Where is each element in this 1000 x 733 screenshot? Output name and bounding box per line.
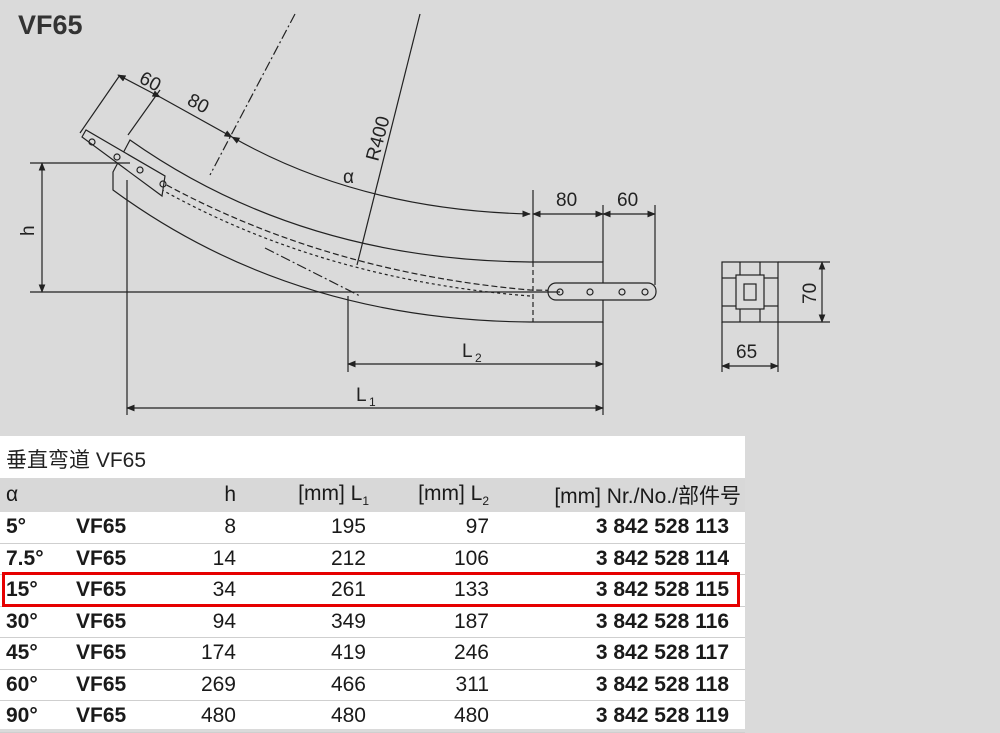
spec-table: α h [mm] L1 [mm] L2 [mm] Nr./No./部件号 5° V… — [0, 478, 745, 733]
radius-label: R400 — [363, 114, 395, 163]
table-caption: 垂直弯道 VF65 — [6, 449, 147, 472]
table-row: 5° VF65 8 195 97 3 842 528 113 — [0, 512, 745, 544]
cell-type: VF65 — [76, 543, 176, 575]
cell-l2: 133 — [369, 574, 489, 607]
dim-80-top: 80 — [184, 90, 213, 118]
cell-l1: 261 — [236, 574, 369, 607]
cell-angle: 45° — [0, 637, 76, 670]
cell-h: 34 — [176, 574, 236, 607]
cell-angle: 90° — [0, 700, 76, 733]
header-type — [76, 478, 176, 512]
l2-label: L — [462, 341, 473, 362]
table-row: 7.5° VF65 14 212 106 3 842 528 114 — [0, 543, 745, 575]
header-h: h — [176, 478, 236, 512]
cell-part-number: 3 842 528 117 — [489, 637, 745, 670]
cell-l2: 187 — [369, 606, 489, 638]
cell-type: VF65 — [76, 700, 176, 733]
cell-type: VF65 — [76, 669, 176, 701]
h-label: h — [18, 225, 39, 236]
table-row: 90° VF65 480 480 480 3 842 528 119 — [0, 700, 745, 733]
l1-label: L — [356, 385, 367, 406]
cell-part-number: 3 842 528 116 — [489, 606, 745, 638]
cell-h: 8 — [176, 512, 236, 544]
cell-type: VF65 — [76, 574, 176, 607]
table-row: 60° VF65 269 466 311 3 842 528 118 — [0, 669, 745, 701]
table-row: 30° VF65 94 349 187 3 842 528 116 — [0, 606, 745, 638]
cell-l1: 195 — [236, 512, 369, 544]
cell-l2: 246 — [369, 637, 489, 670]
cell-h: 269 — [176, 669, 236, 701]
technical-drawing: VF65 60 80 R400 α 80 60 h L 2 L 1 70 65 — [0, 0, 1000, 436]
cell-l2: 480 — [369, 700, 489, 733]
cell-h: 174 — [176, 637, 236, 670]
cell-type: VF65 — [76, 637, 176, 670]
table-row: 15° VF65 34 261 133 3 842 528 115 — [0, 574, 745, 607]
cell-l2: 311 — [369, 669, 489, 701]
spec-table-panel: 垂直弯道 VF65 α h [mm] L1 [mm] L2 [mm] Nr./N… — [0, 436, 745, 733]
alpha-label: α — [343, 167, 354, 188]
cell-l1: 212 — [236, 543, 369, 575]
header-l2: [mm] L2 — [369, 478, 489, 512]
header-l1: [mm] L1 — [236, 478, 369, 512]
cell-l1: 480 — [236, 700, 369, 733]
cell-angle: 15° — [0, 574, 76, 607]
table-header-row: α h [mm] L1 [mm] L2 [mm] Nr./No./部件号 — [0, 478, 745, 512]
cell-type: VF65 — [76, 512, 176, 544]
cell-type: VF65 — [76, 606, 176, 638]
cell-l1: 349 — [236, 606, 369, 638]
cell-angle: 5° — [0, 512, 76, 544]
l1-sub: 1 — [369, 395, 376, 409]
dim-60-top: 60 — [136, 68, 165, 96]
cell-angle: 30° — [0, 606, 76, 638]
profile-width: 65 — [736, 342, 757, 363]
dim-60-right: 60 — [617, 190, 638, 211]
cell-l2: 97 — [369, 512, 489, 544]
table-row: 45° VF65 174 419 246 3 842 528 117 — [0, 637, 745, 670]
cell-h: 480 — [176, 700, 236, 733]
cell-part-number: 3 842 528 118 — [489, 669, 745, 701]
cell-part-number: 3 842 528 119 — [489, 700, 745, 733]
cell-h: 14 — [176, 543, 236, 575]
l2-sub: 2 — [475, 351, 482, 365]
cell-part-number: 3 842 528 115 — [489, 574, 745, 607]
cell-h: 94 — [176, 606, 236, 638]
cell-l1: 419 — [236, 637, 369, 670]
cell-part-number: 3 842 528 114 — [489, 543, 745, 575]
right-connector — [547, 282, 657, 301]
cell-l2: 106 — [369, 543, 489, 575]
cell-l1: 466 — [236, 669, 369, 701]
header-alpha: α — [0, 478, 76, 512]
cell-part-number: 3 842 528 113 — [489, 512, 745, 544]
header-part-number: [mm] Nr./No./部件号 — [489, 478, 745, 512]
drawing-canvas: 60 80 R400 α 80 60 h L 2 L 1 70 65 — [18, 13, 830, 415]
dim-80-right: 80 — [556, 190, 577, 211]
cell-angle: 7.5° — [0, 543, 76, 575]
profile-height: 70 — [800, 283, 821, 304]
profile-cross-section — [721, 261, 779, 323]
cell-angle: 60° — [0, 669, 76, 701]
